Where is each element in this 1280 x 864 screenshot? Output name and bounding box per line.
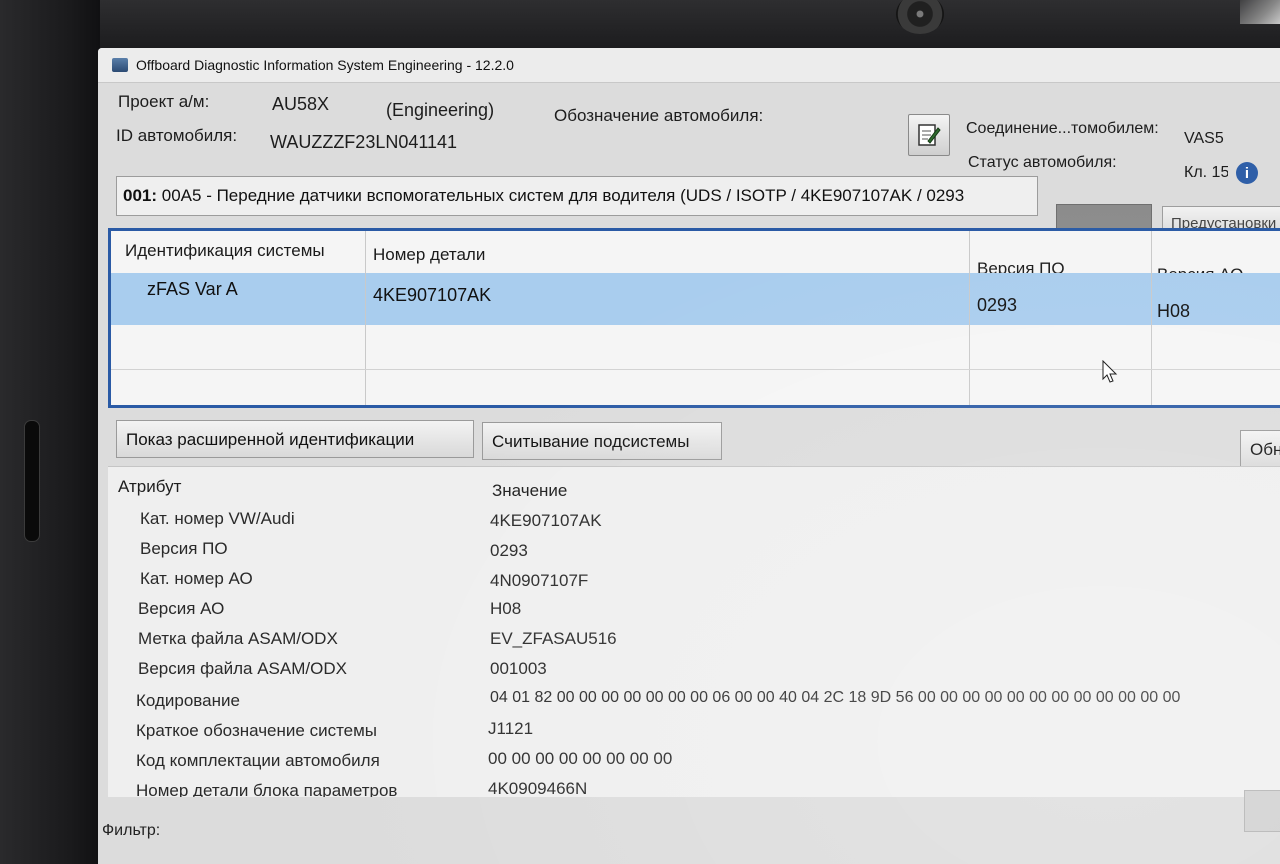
attributes-panel: Атрибут Значение Кат. номер VW/Audi 4KE9… xyxy=(108,466,1280,797)
attribute-value: EV_ZFASAU516 xyxy=(490,629,617,648)
laptop-bezel-left xyxy=(0,0,100,864)
attribute-name: Кат. номер VW/Audi xyxy=(140,509,295,528)
mouse-cursor-icon xyxy=(1102,360,1118,383)
app-icon xyxy=(112,58,128,72)
grid-row-selected[interactable] xyxy=(111,273,1280,325)
scroll-button[interactable] xyxy=(1244,790,1280,832)
attribute-value: 00 00 00 00 00 00 00 00 xyxy=(488,749,673,768)
cell-sw-version[interactable]: 0293 xyxy=(977,295,1017,316)
attribute-value: 001003 xyxy=(490,659,547,678)
attribute-value: 4KE907107AK xyxy=(490,511,602,530)
connection-value: VAS5 xyxy=(1184,130,1224,147)
value-column-header[interactable]: Значение xyxy=(492,481,567,501)
notebook-edit-icon xyxy=(918,124,941,146)
cell-hw-version[interactable]: H08 xyxy=(1157,301,1190,322)
attribute-value: 4K0909466N xyxy=(488,779,588,797)
attribute-row-clip: Номер детали блока параметров 4K0909466N xyxy=(108,777,1280,797)
refresh-button[interactable]: Обновить xyxy=(1240,430,1280,468)
ecu-selection-box[interactable]: 001: 00A5 - Передние датчики вспомогател… xyxy=(116,176,1038,216)
cell-system-id[interactable]: zFAS Var A xyxy=(147,279,238,300)
window-title: Offboard Diagnostic Information System E… xyxy=(136,57,514,73)
screen: Offboard Diagnostic Information System E… xyxy=(98,48,1280,864)
title-bar: Offboard Diagnostic Information System E… xyxy=(98,48,1280,83)
grid-divider xyxy=(365,231,366,405)
attribute-value: J1121 xyxy=(488,719,534,738)
vin-label: ID автомобиля: xyxy=(116,126,238,145)
extended-identification-button[interactable]: Показ расширенной идентификации xyxy=(116,420,474,458)
designation-label: Обозначение автомобиля: xyxy=(554,106,764,125)
grid-divider xyxy=(969,231,970,405)
cell-part-number[interactable]: 4KE907107AK xyxy=(373,285,491,306)
attribute-name: Кат. номер АО xyxy=(140,569,253,588)
read-subsystems-button[interactable]: Считывание подсистемы xyxy=(482,422,722,460)
attribute-name: Код комплектации автомобиля xyxy=(136,751,380,770)
status-value: Кл. 15 xyxy=(1184,164,1228,181)
vin-value: WAUZZZF23LN041141 xyxy=(270,132,458,152)
attribute-name: Версия ПО xyxy=(140,539,228,558)
column-header-system-id[interactable]: Идентификация системы xyxy=(125,241,325,261)
filter-label: Фильтр: xyxy=(102,822,161,839)
ecu-description: 00A5 - Передние датчики вспомогательных … xyxy=(161,186,965,205)
ecu-address: 001: xyxy=(123,186,158,205)
connection-label: Соединение...томобилем: xyxy=(966,120,1159,137)
project-value: AU58X xyxy=(272,94,330,114)
status-label: Статус автомобиля: xyxy=(968,154,1117,171)
column-header-part-number[interactable]: Номер детали xyxy=(373,245,485,265)
coding-value: 04 01 82 00 00 00 00 00 00 00 06 00 00 4… xyxy=(490,689,1181,706)
bezel-slot xyxy=(24,420,40,542)
info-icon[interactable]: i xyxy=(1236,162,1258,184)
engineering-mode: (Engineering) xyxy=(386,100,495,120)
attribute-value: 0293 xyxy=(490,541,528,560)
attribute-name: Версия АО xyxy=(138,599,225,618)
attribute-name: Метка файла ASAM/ODX xyxy=(138,629,338,648)
grid-divider xyxy=(1151,231,1152,405)
bezel-corner xyxy=(1240,0,1280,24)
notebook-edit-button[interactable] xyxy=(908,114,950,156)
attribute-name: Номер детали блока параметров xyxy=(136,781,398,797)
attribute-name: Кодирование xyxy=(136,691,240,710)
attribute-value: H08 xyxy=(490,599,522,618)
attribute-column-header[interactable]: Атрибут xyxy=(118,477,181,497)
attribute-name: Краткое обозначение системы xyxy=(136,721,378,740)
attribute-value: 4N0907107F xyxy=(490,571,589,590)
attribute-name: Версия файла ASAM/ODX xyxy=(138,659,347,678)
project-label: Проект а/м: xyxy=(118,92,210,111)
